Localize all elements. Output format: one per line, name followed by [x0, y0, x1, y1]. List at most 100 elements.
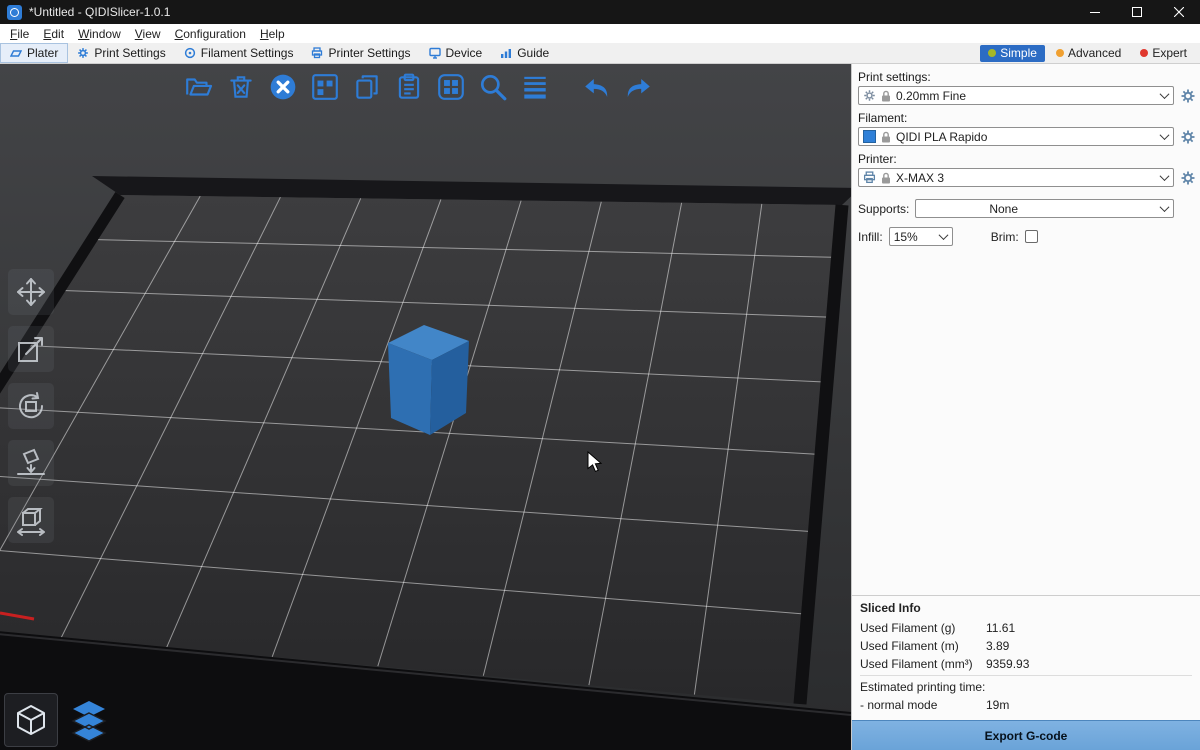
- filament-label: Filament:: [858, 111, 1194, 125]
- printer-gear-button[interactable]: [1179, 170, 1196, 186]
- print-settings-gear-button[interactable]: [1179, 88, 1196, 104]
- measure-icon: [14, 503, 48, 537]
- copy-icon: [352, 72, 382, 102]
- redo-button[interactable]: [622, 70, 654, 104]
- filament-color-swatch: [863, 130, 876, 143]
- print-bed-scene[interactable]: [0, 64, 851, 750]
- scale-icon: [14, 332, 48, 366]
- menu-window[interactable]: Window: [71, 26, 128, 42]
- split-objects-button[interactable]: [435, 70, 467, 104]
- gear-icon: [1180, 170, 1196, 186]
- place-on-face-tool-button[interactable]: [8, 440, 54, 486]
- export-gcode-button[interactable]: Export G-code: [852, 720, 1200, 750]
- printer-label: Printer:: [858, 152, 1194, 166]
- guide-icon: [500, 47, 512, 59]
- measure-tool-button[interactable]: [8, 497, 54, 543]
- titlebar: *Untitled - QIDISlicer-1.0.1: [0, 0, 1200, 24]
- open-project-button[interactable]: [183, 70, 215, 104]
- rotate-icon: [14, 389, 48, 423]
- filament-combo[interactable]: QIDI PLA Rapido: [858, 127, 1174, 146]
- sliced-info-title: Sliced Info: [860, 601, 1192, 615]
- view-switch: [4, 693, 116, 747]
- open-folder-icon: [184, 72, 214, 102]
- lock-icon: [881, 90, 891, 102]
- model-cube[interactable]: [388, 325, 469, 435]
- viewport-3d[interactable]: [0, 64, 851, 750]
- infill-label: Infill:: [858, 230, 883, 244]
- brim-checkbox[interactable]: [1025, 230, 1038, 243]
- menu-help[interactable]: Help: [253, 26, 292, 42]
- simple-dot-icon: [988, 49, 996, 57]
- sliced-info-row: Used Filament (g) 11.61: [860, 619, 1192, 637]
- tab-device[interactable]: Device: [420, 43, 492, 63]
- delete-button[interactable]: [225, 70, 257, 104]
- minimize-icon: [1090, 7, 1100, 17]
- mode-selector: Simple Advanced Expert: [980, 43, 1200, 63]
- tab-plater[interactable]: Plater: [0, 43, 68, 63]
- arrange-button[interactable]: [309, 70, 341, 104]
- tab-printer-settings[interactable]: Printer Settings: [302, 43, 419, 63]
- preview-view-button[interactable]: [62, 693, 116, 747]
- app-window: *Untitled - QIDISlicer-1.0.1 File Edit W…: [0, 0, 1200, 750]
- tab-guide[interactable]: Guide: [491, 43, 558, 63]
- minimize-button[interactable]: [1074, 0, 1116, 24]
- menu-view[interactable]: View: [128, 26, 168, 42]
- mode-advanced[interactable]: Advanced: [1048, 45, 1129, 62]
- gear-icon: [1180, 129, 1196, 145]
- delete-all-icon: [268, 72, 298, 102]
- tabbar: Plater Print Settings Filament Settings …: [0, 43, 1200, 64]
- expert-dot-icon: [1140, 49, 1148, 57]
- search-icon: [478, 72, 508, 102]
- search-button[interactable]: [477, 70, 509, 104]
- move-tool-button[interactable]: [8, 269, 54, 315]
- tab-print-settings[interactable]: Print Settings: [68, 43, 174, 63]
- brim-label: Brim:: [991, 230, 1019, 244]
- close-icon: [1174, 7, 1184, 17]
- variable-layer-height-button[interactable]: [519, 70, 551, 104]
- chevron-down-icon: [1160, 89, 1170, 99]
- delete-all-button[interactable]: [267, 70, 299, 104]
- editor-view-button[interactable]: [4, 693, 58, 747]
- sliced-info-panel: Sliced Info Used Filament (g) 11.61 Used…: [852, 595, 1200, 720]
- paste-button[interactable]: [393, 70, 425, 104]
- undo-icon: [581, 72, 613, 102]
- preview-layers-icon: [67, 698, 111, 742]
- filament-value: QIDI PLA Rapido: [896, 130, 987, 144]
- lock-icon: [881, 131, 891, 143]
- menu-edit[interactable]: Edit: [36, 26, 71, 42]
- paste-icon: [394, 72, 424, 102]
- printer-combo[interactable]: X-MAX 3: [858, 168, 1174, 187]
- bed-plate: [0, 195, 842, 704]
- maximize-button[interactable]: [1116, 0, 1158, 24]
- chevron-down-icon: [1160, 202, 1170, 212]
- chevron-down-icon: [1160, 171, 1170, 181]
- infill-combo[interactable]: 15%: [889, 227, 953, 246]
- mode-expert[interactable]: Expert: [1132, 45, 1195, 62]
- mode-simple[interactable]: Simple: [980, 45, 1045, 62]
- viewport-top-toolbar: [183, 70, 654, 104]
- layers-icon: [520, 72, 550, 102]
- gear-icon: [1180, 88, 1196, 104]
- filament-gear-button[interactable]: [1179, 129, 1196, 145]
- print-settings-label: Print settings:: [858, 70, 1194, 84]
- printer-icon: [863, 171, 876, 184]
- place-on-face-icon: [14, 446, 48, 480]
- supports-combo[interactable]: None: [915, 199, 1174, 218]
- sliced-info-row: Estimated printing time:: [860, 675, 1192, 696]
- print-settings-combo[interactable]: 0.20mm Fine: [858, 86, 1174, 105]
- copy-button[interactable]: [351, 70, 383, 104]
- scale-tool-button[interactable]: [8, 326, 54, 372]
- chevron-down-icon: [1160, 130, 1170, 140]
- editor-cube-icon: [13, 702, 49, 738]
- gear-icon: [863, 89, 876, 102]
- sliced-info-row: - normal mode 19m: [860, 696, 1192, 714]
- window-title: *Untitled - QIDISlicer-1.0.1: [29, 5, 170, 19]
- undo-button[interactable]: [581, 70, 613, 104]
- split-icon: [436, 72, 466, 102]
- tab-filament-settings[interactable]: Filament Settings: [175, 43, 303, 63]
- supports-value: None: [989, 202, 1018, 216]
- close-button[interactable]: [1158, 0, 1200, 24]
- rotate-tool-button[interactable]: [8, 383, 54, 429]
- menu-configuration[interactable]: Configuration: [168, 26, 253, 42]
- menu-file[interactable]: File: [3, 26, 36, 42]
